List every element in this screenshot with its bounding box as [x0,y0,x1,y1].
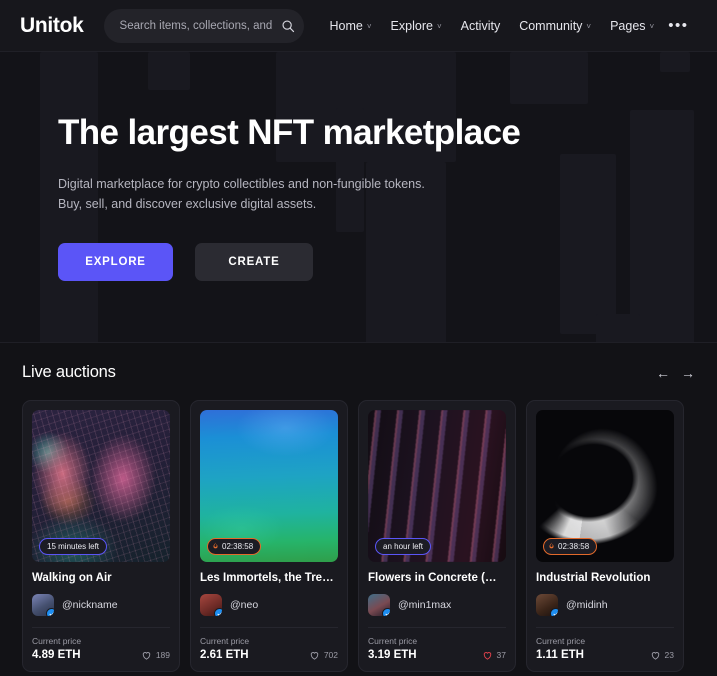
price-footer: Current price 2.61 ETH 702 [200,628,338,671]
hero-section: The largest NFT marketplace Digital mark… [0,52,717,343]
hero-cta-row: EXPLORE CREATE [58,242,717,281]
nav-label: Pages [610,18,646,33]
auction-card[interactable]: 02:38:58 Industrial Revolution @midinh C… [526,400,684,672]
owner-name[interactable]: @nickname [62,599,118,611]
main-nav: Home ˅ Explore ˅ Activity Community ˅ Pa… [330,19,655,33]
price-value: 3.19 ETH [368,649,417,661]
hero-subtitle-line-2: Buy, sell, and discover exclusive digita… [58,197,317,212]
search-box[interactable] [103,8,304,43]
nft-title[interactable]: Les Immortels, the Treacher… [200,572,338,584]
nft-thumbnail[interactable]: an hour left [368,410,506,562]
verified-badge-icon [214,608,222,616]
owner-name[interactable]: @neo [230,599,258,611]
nft-thumbnail[interactable]: 15 minutes left [32,410,170,562]
time-left-label: 15 minutes left [47,542,100,551]
price-label: Current price [368,636,418,646]
search-input[interactable] [119,19,278,32]
like-control[interactable]: 37 [482,650,506,661]
avatar [200,594,222,616]
price-value: 2.61 ETH [200,649,249,661]
auction-card[interactable]: 15 minutes left Walking on Air @nickname… [22,400,180,672]
nft-title[interactable]: Flowers in Concrete (Modal) [368,572,506,584]
nav-item-activity[interactable]: Activity [461,19,501,33]
time-left-label: 02:38:58 [558,542,590,551]
nav-label: Activity [460,18,501,33]
like-control[interactable]: 189 [141,650,170,661]
heart-icon [483,651,491,660]
like-control[interactable]: 702 [309,650,338,661]
owner-row[interactable]: @neo [200,594,338,616]
nft-thumbnail[interactable]: 02:38:58 [536,410,674,562]
like-count: 189 [155,650,170,660]
flame-icon [212,541,219,552]
time-left-label: an hour left [383,542,424,551]
time-left-badge: 02:38:58 [207,538,262,555]
heart-icon [142,651,150,660]
nav-label: Explore [390,18,433,33]
verified-badge-icon [46,608,54,616]
price-footer: Current price 1.11 ETH 23 [536,628,674,671]
nft-title[interactable]: Industrial Revolution [536,572,674,584]
auction-card[interactable]: 02:38:58 Les Immortels, the Treacher… @n… [190,400,348,672]
avatar [536,594,558,616]
nav-item-community[interactable]: Community ˅ [519,19,591,33]
time-left-label: 02:38:58 [222,542,254,551]
brand-logo[interactable]: Unitok [20,14,84,38]
carousel-controls: ← → [656,366,695,380]
auction-card-list: 15 minutes left Walking on Air @nickname… [22,400,695,672]
price-value: 4.89 ETH [32,649,81,661]
nav-item-pages[interactable]: Pages ˅ [610,19,654,33]
avatar [32,594,54,616]
explore-button[interactable]: EXPLORE [58,242,173,281]
price-footer: Current price 3.19 ETH 37 [368,628,506,671]
more-options-icon[interactable]: ••• [668,18,688,33]
nav-label: Community [519,18,583,33]
page-title: The largest NFT marketplace [58,113,521,152]
chevron-down-icon: ˅ [436,21,442,31]
like-control[interactable]: 23 [650,650,674,661]
section-header: Live auctions ← → [22,363,695,382]
arrow-left-icon[interactable]: ← [656,366,670,380]
arrow-right-icon[interactable]: → [681,366,695,380]
heart-icon [310,651,318,660]
nft-title[interactable]: Walking on Air [32,572,170,584]
nft-thumbnail[interactable]: 02:38:58 [200,410,338,562]
section-title: Live auctions [22,363,116,381]
create-button[interactable]: CREATE [195,242,313,281]
auction-card[interactable]: an hour left Flowers in Concrete (Modal)… [358,400,516,672]
verified-badge-icon [550,608,558,616]
chevron-down-icon: ˅ [649,21,655,31]
price-label: Current price [200,636,250,646]
owner-row[interactable]: @midinh [536,594,674,616]
nav-item-home[interactable]: Home ˅ [330,19,372,33]
nav-label: Home [329,18,363,33]
time-left-badge: an hour left [375,538,432,555]
chevron-down-icon: ˅ [366,21,372,31]
nav-item-explore[interactable]: Explore ˅ [391,19,442,33]
verified-badge-icon [382,608,390,616]
flame-icon [548,541,555,552]
price-footer: Current price 4.89 ETH 189 [32,628,170,671]
owner-row[interactable]: @nickname [32,594,170,616]
owner-name[interactable]: @midinh [566,599,608,611]
like-count: 37 [496,650,506,660]
hero-subtitle: Digital marketplace for crypto collectib… [58,174,717,215]
owner-name[interactable]: @min1max [398,599,451,611]
price-label: Current price [536,636,586,646]
owner-row[interactable]: @min1max [368,594,506,616]
like-count: 23 [664,650,674,660]
time-left-badge: 02:38:58 [543,538,598,555]
time-left-badge: 15 minutes left [39,538,108,555]
live-auctions-section: Live auctions ← → 15 minutes left Walkin… [0,343,717,672]
price-value: 1.11 ETH [536,649,584,661]
heart-icon [651,651,659,660]
chevron-down-icon: ˅ [586,21,592,31]
site-header: Unitok Home ˅ Explore ˅ Activity Communi… [0,0,717,52]
avatar [368,594,390,616]
search-icon[interactable] [278,16,298,36]
like-count: 702 [323,650,338,660]
price-label: Current price [32,636,82,646]
hero-subtitle-line-1: Digital marketplace for crypto collectib… [58,176,425,191]
